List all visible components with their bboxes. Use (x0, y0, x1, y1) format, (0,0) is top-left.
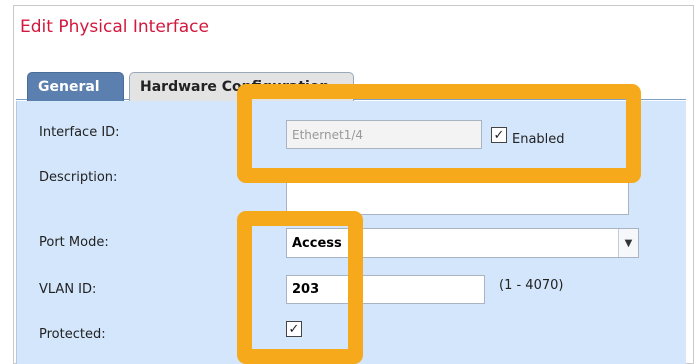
enabled-checkbox[interactable]: ✓ (491, 127, 507, 143)
dialog-title: Edit Physical Interface (20, 17, 209, 37)
interface-id-label: Interface ID: (39, 125, 120, 140)
interface-id-field[interactable]: Ethernet1/4 (286, 120, 482, 149)
tab-hardware-configuration[interactable]: Hardware Configuration (129, 72, 354, 101)
vlan-id-field[interactable]: 203 (286, 275, 485, 304)
protected-checkbox[interactable]: ✓ (286, 321, 302, 337)
port-mode-select[interactable]: Access ▼ (286, 228, 639, 258)
tab-general[interactable]: General (27, 72, 124, 101)
vlan-range-hint: (1 - 4070) (499, 278, 564, 293)
port-mode-value: Access (292, 235, 342, 251)
enabled-label: Enabled (512, 132, 565, 147)
general-tab-panel: Interface ID: Ethernet1/4 ✓ Enabled Desc… (16, 101, 686, 364)
description-field[interactable] (286, 177, 629, 215)
port-mode-label: Port Mode: (39, 235, 109, 250)
description-label: Description: (39, 170, 118, 185)
vlan-id-label: VLAN ID: (39, 282, 97, 297)
tab-strip: General Hardware Configuration (16, 65, 686, 101)
protected-label: Protected: (39, 327, 106, 342)
checkmark-icon: ✓ (288, 321, 300, 337)
chevron-down-icon[interactable]: ▼ (618, 229, 638, 257)
checkmark-icon: ✓ (493, 127, 505, 143)
